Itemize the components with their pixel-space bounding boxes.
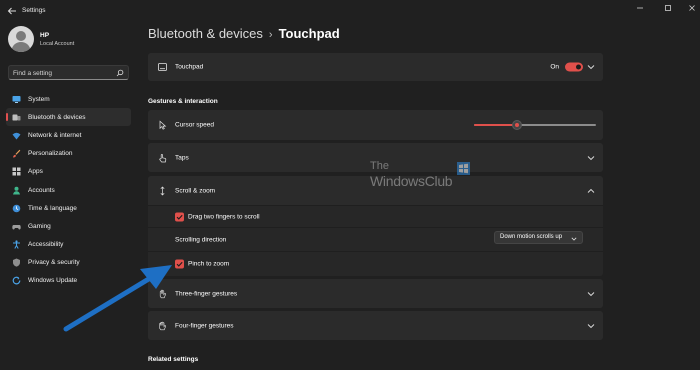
search-input[interactable]: [13, 68, 113, 78]
update-icon: [12, 276, 21, 285]
search-box[interactable]: [8, 65, 129, 80]
sidebar-item-label: Apps: [28, 168, 43, 176]
three-finger-gestures-card[interactable]: Three-finger gestures: [148, 279, 603, 308]
section-title-related: Related settings: [148, 356, 199, 363]
toggle-state-text: On: [550, 63, 559, 71]
touchpad-toggle[interactable]: [565, 62, 583, 72]
bluetooth-icon: [12, 113, 21, 122]
pinch-to-zoom-row: Pinch to zoom: [148, 251, 603, 276]
chevron-up-icon[interactable]: [587, 188, 595, 194]
minimize-button[interactable]: [633, 3, 647, 13]
sidebar-item-label: Gaming: [28, 222, 51, 230]
sidebar-item-accessibility[interactable]: Accessibility: [6, 236, 131, 254]
drag-two-fingers-checkbox[interactable]: [175, 212, 184, 221]
sidebar-item-label: Network & internet: [28, 131, 82, 139]
slider-fill: [474, 124, 517, 126]
title-bar: Settings: [0, 0, 700, 22]
dropdown-selected-value: Down motion scrolls up: [500, 234, 563, 240]
scrolling-direction-label: Scrolling direction: [175, 236, 227, 243]
brush-icon: [12, 149, 21, 158]
page-title: Touchpad: [278, 26, 340, 41]
sidebar-item-label: System: [28, 95, 50, 103]
chevron-down-icon[interactable]: [587, 291, 595, 297]
person-icon: [12, 186, 21, 195]
sidebar-item-label: Bluetooth & devices: [28, 113, 86, 121]
drag-two-fingers-row: Drag two fingers to scroll: [148, 205, 603, 227]
sidebar-item-bluetooth-devices[interactable]: Bluetooth & devices: [6, 108, 131, 127]
sidebar-item-label: Time & language: [28, 204, 77, 212]
close-button[interactable]: [685, 3, 699, 13]
taps-label: Taps: [175, 154, 189, 161]
cursor-speed-slider[interactable]: [474, 120, 596, 130]
watermark-text-line1: The: [370, 160, 389, 172]
sidebar-item-network-internet[interactable]: Network & internet: [6, 126, 131, 144]
gamepad-icon: [12, 222, 21, 231]
scroll-zoom-label: Scroll & zoom: [175, 187, 216, 194]
sidebar-item-system[interactable]: System: [6, 90, 131, 108]
accessibility-icon: [12, 240, 21, 249]
touchpad-icon: [158, 63, 167, 72]
four-finger-label: Four-finger gestures: [175, 322, 234, 329]
cursor-speed-label: Cursor speed: [175, 121, 215, 129]
sidebar-item-gaming[interactable]: Gaming: [6, 217, 131, 235]
scroll-arrows-icon: [158, 186, 167, 195]
chevron-down-icon[interactable]: [587, 64, 595, 70]
windows-logo-icon: [457, 162, 470, 175]
sidebar-item-label: Accounts: [28, 186, 55, 194]
sidebar-item-personalization[interactable]: Personalization: [6, 145, 131, 163]
annotation-arrow: [63, 265, 172, 332]
watermark-text-line2: WindowsClub: [370, 173, 453, 189]
cursor-icon: [158, 120, 167, 130]
account-type: Local Account: [40, 41, 75, 47]
slider-thumb[interactable]: [512, 120, 522, 130]
breadcrumb-parent[interactable]: Bluetooth & devices: [148, 26, 263, 41]
watermark: The WindowsClub: [370, 160, 480, 200]
sidebar-item-label: Accessibility: [28, 241, 64, 249]
chevron-down-icon: [571, 236, 577, 243]
sidebar-item-accounts[interactable]: Accounts: [6, 181, 131, 199]
wifi-icon: [12, 131, 21, 140]
scrolling-direction-dropdown[interactable]: Down motion scrolls up: [494, 231, 583, 244]
globe-clock-icon: [12, 204, 21, 213]
breadcrumb-separator: ›: [268, 29, 273, 41]
section-title-gestures: Gestures & interaction: [148, 98, 218, 105]
toggle-knob: [576, 64, 581, 70]
sidebar-item-label: Personalization: [28, 150, 73, 158]
maximize-button[interactable]: [661, 3, 675, 13]
apps-icon: [12, 167, 21, 176]
monitor-icon: [12, 95, 21, 104]
touchpad-toggle-group: On: [550, 62, 583, 72]
four-finger-gestures-card[interactable]: Four-finger gestures: [148, 311, 603, 340]
user-name: HP: [40, 32, 50, 39]
avatar: [8, 26, 34, 52]
search-icon[interactable]: [116, 69, 124, 79]
shield-icon: [12, 258, 21, 267]
sidebar-item-apps[interactable]: Apps: [6, 163, 131, 181]
chevron-down-icon[interactable]: [587, 155, 595, 161]
touchpad-label: Touchpad: [175, 63, 204, 71]
sidebar-item-time-language[interactable]: Time & language: [6, 199, 131, 217]
back-arrow-icon[interactable]: [7, 6, 17, 16]
drag-two-fingers-label: Drag two fingers to scroll: [188, 213, 260, 220]
scrolling-direction-row: Scrolling direction Down motion scrolls …: [148, 227, 603, 251]
chevron-down-icon[interactable]: [587, 323, 595, 329]
breadcrumb: Bluetooth & devices › Touchpad: [148, 26, 340, 41]
window-title: Settings: [22, 7, 46, 14]
pinch-to-zoom-label: Pinch to zoom: [188, 260, 230, 268]
tap-hand-icon: [158, 153, 167, 162]
three-finger-label: Three-finger gestures: [175, 290, 238, 297]
touchpad-card[interactable]: Touchpad On: [148, 53, 603, 81]
